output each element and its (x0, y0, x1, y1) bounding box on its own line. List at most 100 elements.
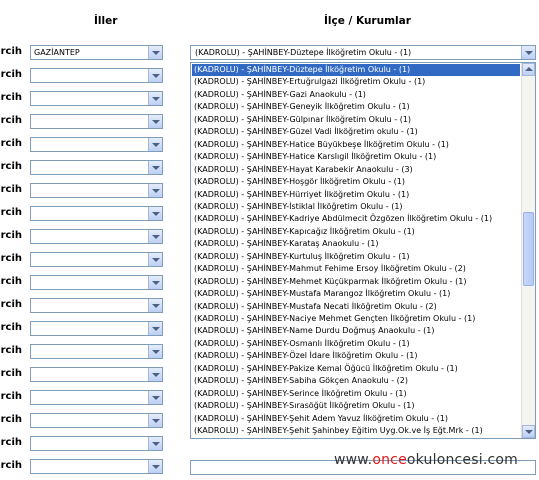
institution-option[interactable]: (KADROLU) - ŞAHİNBEY-Şehit Şahinbey Eğit… (192, 425, 520, 437)
institution-option[interactable]: (KADROLU) - ŞAHİNBEY-Şehit Adem Yavuz İl… (192, 413, 520, 425)
chevron-down-icon[interactable] (148, 138, 162, 151)
province-select[interactable] (30, 229, 163, 244)
province-select[interactable] (30, 114, 163, 129)
province-select[interactable] (30, 275, 163, 290)
province-select[interactable] (30, 413, 163, 428)
chevron-down-icon[interactable] (521, 46, 535, 59)
chevron-down-icon[interactable] (148, 391, 162, 404)
institution-select[interactable]: (KADROLU) - ŞAHİNBEY-Düztepe İlköğretim … (190, 45, 536, 60)
institution-option[interactable]: (KADROLU) - ŞAHİNBEY-Kurtuluş İlköğretim… (192, 251, 520, 263)
institution-option[interactable]: (KADROLU) - ŞAHİNBEY-Gazi Anaokulu - (1) (192, 89, 520, 101)
province-select[interactable] (30, 137, 163, 152)
tercih-label: Tercih (0, 437, 22, 448)
institution-option[interactable]: (KADROLU) - ŞAHİNBEY-Düztepe İlköğretim … (192, 64, 520, 76)
chevron-down-icon[interactable] (148, 299, 162, 312)
chevron-down-icon[interactable] (148, 253, 162, 266)
tercih-label: Tercih (0, 322, 22, 333)
institution-option[interactable]: (KADROLU) - ŞAHİNBEY-Kapıcağız İlköğreti… (192, 226, 520, 238)
tercih-label: Tercih (0, 207, 22, 218)
list-scrollbar[interactable] (521, 63, 535, 438)
province-select[interactable] (30, 252, 163, 267)
tercih-label: Tercih (0, 92, 22, 103)
province-select[interactable] (30, 298, 163, 313)
chevron-down-icon[interactable] (148, 322, 162, 335)
tercih-label: Tercih (0, 115, 22, 126)
institution-option[interactable]: (KADROLU) - ŞAHİNBEY-Name Durdu Doğmuş A… (192, 325, 520, 337)
chevron-down-icon[interactable] (148, 46, 162, 59)
chevron-down-icon[interactable] (148, 207, 162, 220)
tercih-label: Tercih (0, 46, 22, 57)
tercih-label: Tercih (0, 276, 22, 287)
institution-option[interactable]: (KADROLU) - ŞAHİNBEY-Hoşgör İlköğretim O… (192, 176, 520, 188)
provinces-header: İller (94, 15, 118, 27)
institution-dropdown-list[interactable]: (KADROLU) - ŞAHİNBEY-Düztepe İlköğretim … (190, 62, 536, 439)
tercih-label: Tercih (0, 184, 22, 195)
institution-option[interactable]: (KADROLU) - ŞAHİNBEY-Kadriye Abdülmecit … (192, 213, 520, 225)
tercih-label: Tercih (0, 69, 22, 80)
tercih-label: Tercih (0, 230, 22, 241)
chevron-down-icon[interactable] (148, 414, 162, 427)
scroll-thumb[interactable] (523, 212, 534, 286)
province-select-value: GAZİANTEP (34, 48, 80, 57)
institution-option[interactable]: (KADROLU) - ŞAHİNBEY-Ertuğrulgazi İlköğr… (192, 76, 520, 88)
tercih-label: Tercih (0, 299, 22, 310)
institution-option[interactable]: (KADROLU) - ŞAHİNBEY-Pakize Kemal Öğücü … (192, 363, 520, 375)
province-select[interactable] (30, 160, 163, 175)
institution-option[interactable]: (KADROLU) - ŞAHİNBEY-Hayat Karabekir Ana… (192, 164, 520, 176)
chevron-down-icon[interactable] (148, 368, 162, 381)
tercih-label: Tercih (0, 368, 22, 379)
institution-option[interactable]: (KADROLU) - ŞAHİNBEY-Gülpınar İlköğretim… (192, 114, 520, 126)
institution-option[interactable]: (KADROLU) - ŞAHİNBEY-Geneyik İlköğretim … (192, 101, 520, 113)
chevron-down-icon[interactable] (148, 230, 162, 243)
institution-option[interactable]: (KADROLU) - ŞAHİNBEY-Karataş Anaokulu - … (192, 238, 520, 250)
institution-option[interactable]: (KADROLU) - ŞAHİNBEY-Hürriyet İlköğretim… (192, 189, 520, 201)
institution-option[interactable]: (KADROLU) - ŞAHİNBEY-Mustafa Marangoz İl… (192, 288, 520, 300)
province-select[interactable] (30, 183, 163, 198)
institution-option[interactable]: (KADROLU) - ŞAHİNBEY-Sırasöğüt İlköğreti… (192, 400, 520, 412)
watermark-suffix: okuloncesi.com (406, 452, 518, 468)
chevron-down-icon[interactable] (148, 69, 162, 82)
institution-option[interactable]: (KADROLU) - ŞAHİNBEY-Mustafa Necati İlkö… (192, 301, 520, 313)
institution-option[interactable]: (KADROLU) - ŞAHİNBEY-Osmanlı İlköğretim … (192, 338, 520, 350)
chevron-down-icon[interactable] (148, 460, 162, 473)
institution-option[interactable]: (KADROLU) - ŞAHİNBEY-Hatice Karslıgil İl… (192, 151, 520, 163)
province-select[interactable] (30, 390, 163, 405)
chevron-down-icon[interactable] (148, 184, 162, 197)
tercih-label: Tercih (0, 414, 22, 425)
province-select[interactable] (30, 459, 163, 474)
institution-option[interactable]: (KADROLU) - ŞAHİNBEY-Güzel Vadi İlköğret… (192, 126, 520, 138)
institution-option[interactable]: (KADROLU) - ŞAHİNBEY-Mehmet Küçükparmak … (192, 276, 520, 288)
tercih-label: Tercih (0, 391, 22, 402)
chevron-down-icon[interactable] (148, 92, 162, 105)
institution-option[interactable]: (KADROLU) - ŞAHİNBEY-Sabiha Gökçen Anaok… (192, 375, 520, 387)
institution-option[interactable]: (KADROLU) - ŞAHİNBEY-Serince İlköğretim … (192, 388, 520, 400)
chevron-down-icon[interactable] (148, 276, 162, 289)
institutions-header: İlçe / Kurumlar (324, 15, 411, 27)
tercih-label: Tercih (0, 138, 22, 149)
watermark-prefix: www. (334, 452, 373, 468)
province-select[interactable] (30, 206, 163, 221)
tercih-label: Tercih (0, 253, 22, 264)
scroll-up-icon[interactable] (522, 63, 535, 76)
province-select[interactable] (30, 321, 163, 336)
chevron-down-icon[interactable] (148, 345, 162, 358)
institution-option[interactable]: (KADROLU) - ŞAHİNBEY-İstiklal İlköğretim… (192, 201, 520, 213)
watermark: www.onceokuloncesi.com (334, 452, 518, 468)
province-select[interactable] (30, 344, 163, 359)
province-select[interactable] (30, 68, 163, 83)
province-select[interactable] (30, 367, 163, 382)
chevron-down-icon[interactable] (148, 161, 162, 174)
province-select[interactable]: GAZİANTEP (30, 45, 163, 60)
chevron-down-icon[interactable] (148, 115, 162, 128)
province-select[interactable] (30, 91, 163, 106)
institution-option[interactable]: (KADROLU) - ŞAHİNBEY-Özel İdare İlköğret… (192, 350, 520, 362)
province-select[interactable] (30, 436, 163, 451)
scroll-down-icon[interactable] (522, 425, 535, 438)
tercih-label: Tercih (0, 460, 22, 471)
tercih-label: Tercih (0, 345, 22, 356)
institution-option[interactable]: (KADROLU) - ŞAHİNBEY-Naciye Mehmet Gençt… (192, 313, 520, 325)
institution-option[interactable]: (KADROLU) - ŞAHİNBEY-Mahmut Fehime Ersoy… (192, 263, 520, 275)
institution-option[interactable]: (KADROLU) - ŞAHİNBEY-Hatice Büyükbeşe İl… (192, 139, 520, 151)
institution-select-value: (KADROLU) - ŞAHİNBEY-Düztepe İlköğretim … (195, 48, 412, 57)
chevron-down-icon[interactable] (148, 437, 162, 450)
